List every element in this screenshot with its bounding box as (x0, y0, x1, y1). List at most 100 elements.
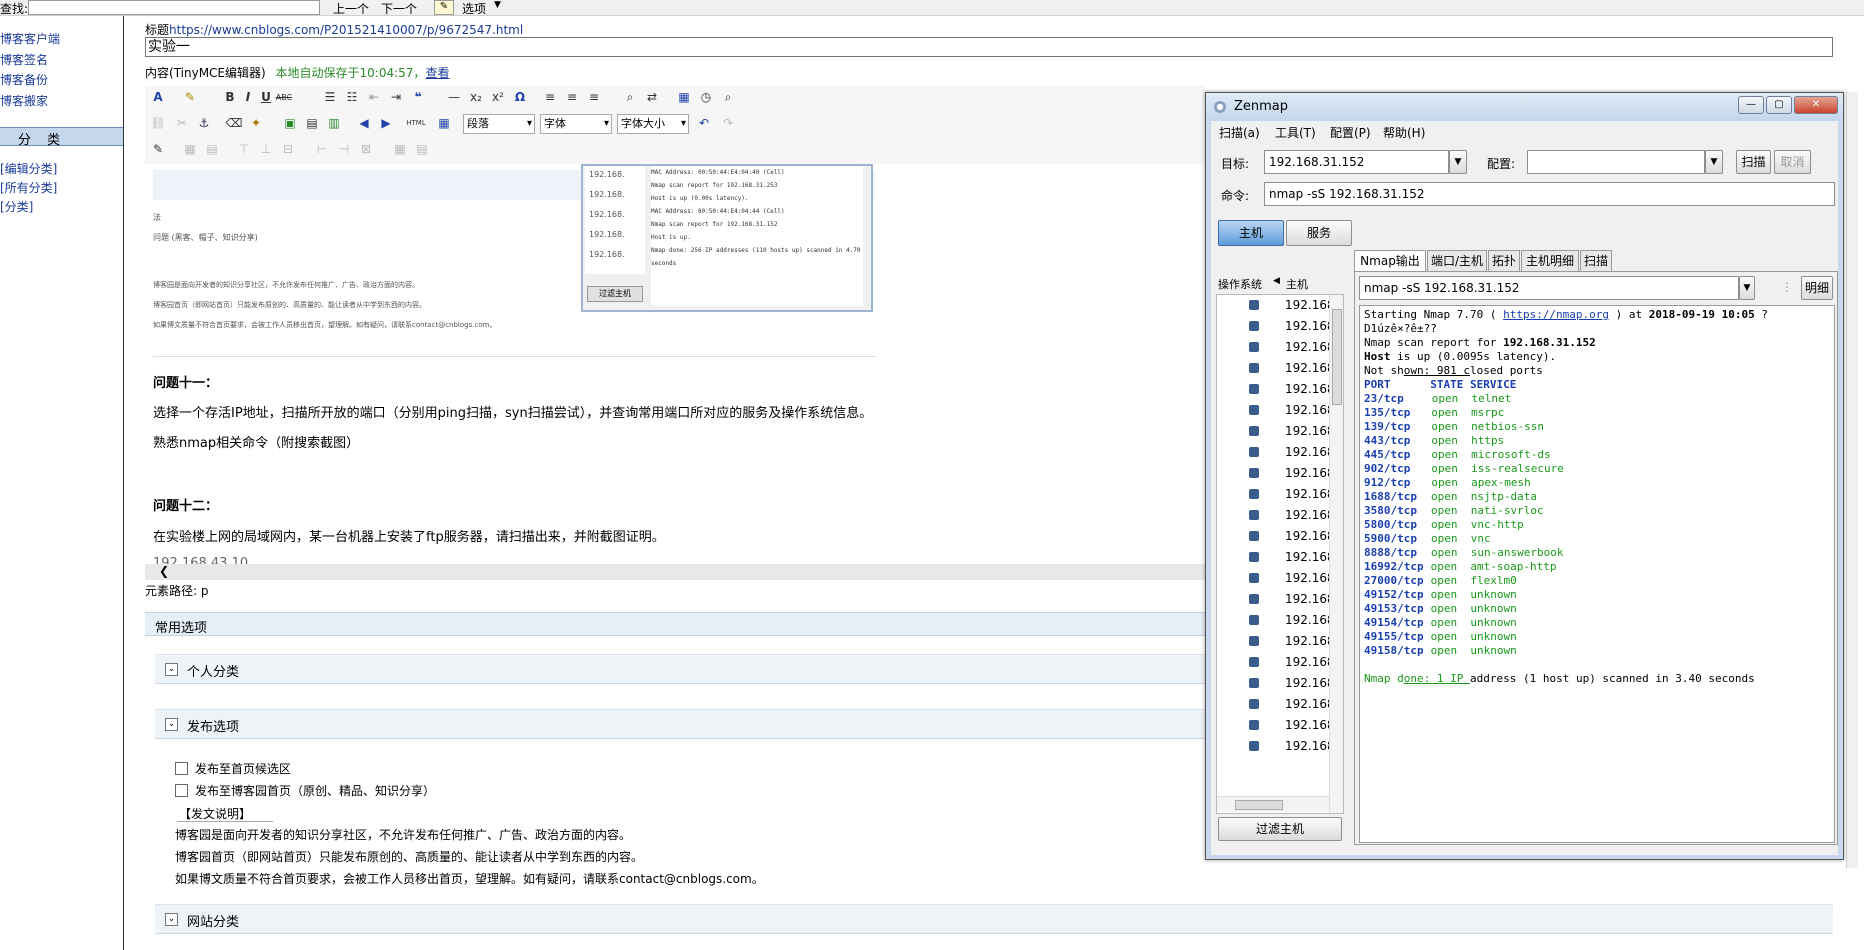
html-icon[interactable]: HTML (406, 114, 425, 132)
host-row[interactable]: 192.168.3 (1217, 610, 1343, 631)
font-color-icon[interactable]: A (149, 88, 167, 106)
sidebar-link-signature[interactable]: 博客签名 (0, 51, 48, 68)
horizontal-scrollbar[interactable]: ❮ (145, 564, 1207, 580)
host-row[interactable]: 192.168.3 (1217, 673, 1343, 694)
special-char-icon[interactable]: Ω (511, 88, 529, 106)
horizontal-rule-icon[interactable]: — (445, 88, 463, 106)
host-list[interactable]: 192.168.3 192.168.3 192.168.3 192.168.3 … (1216, 294, 1344, 814)
host-row[interactable]: 192.168.3 (1217, 442, 1343, 463)
sidebar-link-edit-category[interactable]: [编辑分类] (0, 160, 57, 177)
menu-scan[interactable]: 扫描(a) (1219, 124, 1260, 141)
host-row[interactable]: 192.168.3 (1217, 337, 1343, 358)
checkbox-homepage-candidate[interactable] (175, 762, 188, 775)
host-row[interactable]: 192.168.3 (1217, 379, 1343, 400)
fullscreen-icon[interactable]: ▦ (435, 114, 453, 132)
merge-cell-icon[interactable]: ▤ (413, 140, 431, 158)
pencil-icon[interactable]: ✎ (434, 0, 454, 15)
align-center-icon[interactable]: ≡ (563, 88, 581, 106)
host-row[interactable]: 192.168.3 (1217, 358, 1343, 379)
host-row[interactable]: 192.168.3 (1217, 715, 1343, 736)
paragraph-select[interactable]: 段落 (463, 114, 535, 134)
sidebar-link-all-category[interactable]: [所有分类] (0, 179, 57, 196)
host-list-scroll-thumb[interactable] (1332, 309, 1342, 405)
maximize-button[interactable]: ▢ (1766, 96, 1792, 114)
host-row[interactable]: 192.168.3 (1217, 568, 1343, 589)
indent-icon[interactable]: ⇥ (387, 88, 405, 106)
host-row[interactable]: 192.168.3 (1217, 316, 1343, 337)
outdent-icon[interactable]: ⇤ (365, 88, 383, 106)
host-column-header[interactable]: 主机 (1286, 276, 1308, 292)
os-column-header[interactable]: 操作系统 (1218, 276, 1262, 292)
target-dropdown[interactable]: ▼ (1449, 150, 1467, 174)
insert-date-icon[interactable]: ▦ (675, 88, 693, 106)
undo-icon[interactable]: ↶ (695, 114, 713, 132)
target-input[interactable]: 192.168.31.152 (1264, 150, 1449, 174)
col-before-icon[interactable]: ⊢ (313, 140, 331, 158)
italic-icon[interactable]: I (239, 88, 257, 106)
time-icon[interactable]: ◷ (697, 88, 715, 106)
media-icon[interactable]: ▤ (303, 114, 321, 132)
underline-icon[interactable]: U (257, 88, 275, 106)
chevron-down-icon[interactable]: ⌄ (165, 718, 178, 731)
zenmap-titlebar[interactable]: ● Zenmap — ▢ ✕ (1206, 93, 1843, 121)
delete-row-icon[interactable]: ⊟ (279, 140, 297, 158)
services-button[interactable]: 服务 (1286, 220, 1352, 246)
preview-icon[interactable]: ⌕ (719, 88, 737, 106)
host-row[interactable]: 192.168.3 (1217, 652, 1343, 673)
find-next-button[interactable]: 下一个 (381, 0, 417, 17)
chevron-down-icon[interactable]: ▼ (494, 0, 501, 10)
sidebar-link-backup[interactable]: 博客备份 (0, 71, 48, 88)
tab-topology[interactable]: 拓扑 (1488, 250, 1520, 272)
row-after-icon[interactable]: ⊥ (257, 140, 275, 158)
host-list-scrollbar[interactable] (1329, 295, 1343, 813)
host-row[interactable]: 192.168.3 (1217, 631, 1343, 652)
output-link[interactable]: https://nmap.org (1503, 308, 1609, 321)
chevron-down-icon[interactable]: ⌄ (165, 913, 178, 926)
numbered-list-icon[interactable]: ☷ (343, 88, 361, 106)
checkbox-homepage[interactable] (175, 784, 188, 797)
align-right-icon[interactable]: ≡ (585, 88, 603, 106)
chevron-left-icon[interactable]: ◀ (1273, 276, 1280, 286)
filter-hosts-button[interactable]: 过滤主机 (1218, 817, 1342, 841)
eraser-icon[interactable]: ⌫ (225, 114, 243, 132)
cleanup-icon[interactable]: ✦ (247, 114, 265, 132)
find-options-button[interactable]: 选项 (462, 0, 486, 17)
title-input[interactable]: 实验一 (145, 37, 1833, 57)
font-select[interactable]: 字体 (540, 114, 612, 134)
host-row[interactable]: 192.168.3 (1217, 589, 1343, 610)
tab-scans[interactable]: 扫描 (1580, 250, 1612, 272)
highlight-icon[interactable]: ✎ (181, 88, 199, 106)
host-row[interactable]: 192.168.3 (1217, 547, 1343, 568)
minimize-button[interactable]: — (1738, 96, 1764, 114)
table-props-icon[interactable]: ▤ (203, 140, 221, 158)
bullet-list-icon[interactable]: ☰ (321, 88, 339, 106)
editor-content[interactable]: 192.168. 192.168. 192.168. 192.168. 192.… (145, 164, 1207, 564)
align-left-icon[interactable]: ≡ (541, 88, 559, 106)
close-button[interactable]: ✕ (1794, 96, 1838, 114)
col-after-icon[interactable]: ⊣ (335, 140, 353, 158)
subscript-icon[interactable]: x₂ (467, 88, 485, 106)
find-icon[interactable]: ⌕ (621, 88, 639, 106)
host-row[interactable]: 192.168.3 (1217, 421, 1343, 442)
sidebar-link-category[interactable]: [分类] (0, 198, 33, 215)
details-button[interactable]: 明细 (1801, 276, 1833, 300)
font-size-select[interactable]: 字体大小 (617, 114, 689, 134)
split-cell-icon[interactable]: ▦ (391, 140, 409, 158)
table-icon[interactable]: ▦ (181, 140, 199, 158)
host-row[interactable]: 192.168.3 (1217, 463, 1343, 484)
unlink-icon[interactable]: ✂ (173, 114, 191, 132)
superscript-icon[interactable]: x² (489, 88, 507, 106)
host-row[interactable]: 192.168.3 (1217, 736, 1343, 757)
host-row[interactable]: 192.168.3 (1217, 505, 1343, 526)
nmap-output[interactable]: Starting Nmap 7.70 ( https://nmap.org ) … (1359, 305, 1835, 843)
section-site-category[interactable]: ⌄ 网站分类 (155, 904, 1833, 934)
view-link[interactable]: 查看 (425, 66, 449, 80)
redo-icon[interactable]: ↷ (719, 114, 737, 132)
title-url[interactable]: https://www.cnblogs.com/P201521410007/p/… (169, 23, 523, 37)
undo-history-icon[interactable]: ◀ (355, 114, 373, 132)
find-prev-button[interactable]: 上一个 (333, 0, 369, 17)
host-row[interactable]: 192.168.3 (1217, 526, 1343, 547)
image-icon[interactable]: ▣ (281, 114, 299, 132)
host-list-hscroll-thumb[interactable] (1235, 800, 1283, 810)
menu-profile[interactable]: 配置(P) (1330, 124, 1371, 141)
